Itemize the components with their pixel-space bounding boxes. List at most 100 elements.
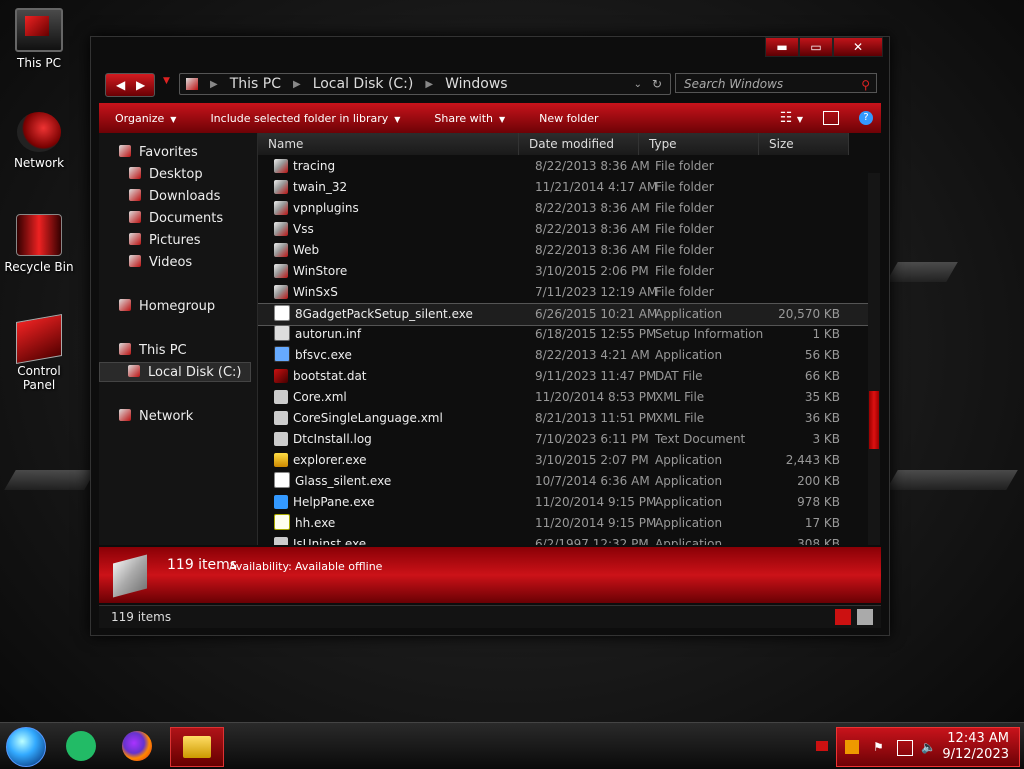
uninstall-icon [274, 537, 288, 545]
table-row[interactable]: autorun.inf 6/18/2015 12:55 PM Setup Infor… [258, 324, 868, 345]
file-size: 200 KB [797, 474, 840, 488]
file-date: 11/20/2014 9:15 PM [535, 495, 657, 509]
scrollbar-thumb[interactable] [869, 391, 879, 449]
search-input[interactable]: Search Windows ⚲ [675, 73, 877, 93]
new-folder-button[interactable]: New folder [539, 112, 598, 125]
column-date-modified[interactable]: Date modified [519, 133, 639, 155]
column-size[interactable]: Size [759, 133, 849, 155]
notification-arrow-icon[interactable] [816, 741, 828, 751]
file-name: bfsvc.exe [274, 345, 352, 366]
help-icon[interactable]: ? [859, 111, 873, 125]
table-row[interactable]: IsUninst.exe 6/2/1997 12:32 PM Application… [258, 534, 868, 545]
organize-button[interactable]: Organize ▼ [115, 112, 176, 125]
table-row[interactable]: Web 8/22/2013 8:36 AM File folder [258, 240, 868, 261]
network-tray-icon[interactable] [897, 740, 913, 756]
include-in-library-button[interactable]: Include selected folder in library ▼ [210, 112, 400, 125]
table-row[interactable]: WinSxS 7/11/2023 12:19 AM File folder [258, 282, 868, 303]
table-row[interactable]: Vss 8/22/2013 8:36 AM File folder [258, 219, 868, 240]
vertical-scrollbar[interactable] [868, 173, 880, 545]
taskbar-app-sheets[interactable] [62, 727, 100, 765]
nav-this-pc[interactable]: This PC [119, 341, 187, 361]
table-row[interactable]: bfsvc.exe 8/22/2013 4:21 AM Application 56 … [258, 345, 868, 366]
flag-icon[interactable]: ⚑ [873, 740, 887, 754]
nav-label: Documents [149, 211, 224, 226]
navigation-pane: Favorites Desktop Downloads Documents Pi… [99, 133, 258, 545]
nav-desktop[interactable]: Desktop [129, 165, 203, 185]
file-type: File folder [655, 243, 714, 257]
help-icon [274, 495, 288, 509]
address-dropdown-icon[interactable]: ⌄ [634, 79, 642, 90]
column-headers: Name Date modified Type Size [258, 133, 868, 155]
view-controls: ☷ ▼ ? [780, 103, 873, 133]
nav-local-disk[interactable]: Local Disk (C:) [99, 362, 251, 382]
table-row[interactable]: Core.xml 11/20/2014 8:53 PM XML File 35 KB [258, 387, 868, 408]
large-icons-view-icon[interactable] [857, 609, 873, 625]
file-type: Application [655, 307, 723, 321]
taskbar-app-firefox[interactable] [118, 727, 156, 765]
table-row[interactable]: DtcInstall.log 7/10/2023 6:11 PM Text Docu… [258, 429, 868, 450]
tray-app-icon[interactable] [845, 740, 859, 754]
table-row[interactable]: tracing 8/22/2013 8:36 AM File folder [258, 156, 868, 177]
volume-icon[interactable]: 🔈 [921, 740, 936, 754]
nav-videos[interactable]: Videos [129, 253, 192, 273]
table-row[interactable]: hh.exe 11/20/2014 9:15 PM Application 17 KB [258, 513, 868, 534]
table-row[interactable]: WinStore 3/10/2015 2:06 PM File folder [258, 261, 868, 282]
table-row[interactable]: twain_32 11/21/2014 4:17 AM File folder [258, 177, 868, 198]
nav-homegroup[interactable]: Homegroup [119, 297, 215, 317]
desktop-icon-recycle-bin[interactable]: Recycle Bin [0, 214, 78, 274]
desktop-icon-network[interactable]: Network [0, 112, 78, 170]
nav-label: Network [139, 409, 194, 424]
breadcrumb-local-disk[interactable]: Local Disk (C:) [313, 76, 414, 92]
minimize-button[interactable]: ▬ [765, 37, 799, 57]
app-icon [274, 472, 290, 488]
file-type: File folder [655, 264, 714, 278]
caption-buttons: ▬ ▭ ✕ [765, 37, 883, 57]
refresh-icon[interactable]: ↻ [652, 77, 662, 91]
change-view-icon[interactable]: ☷ ▼ [780, 110, 803, 126]
breadcrumb-windows[interactable]: Windows [445, 76, 508, 92]
column-name[interactable]: Name [258, 133, 519, 155]
table-row[interactable]: 8GadgetPackSetup_silent.exe 6/26/2015 10:… [258, 303, 868, 326]
share-with-button[interactable]: Share with ▼ [434, 112, 505, 125]
organize-label: Organize [115, 111, 165, 125]
table-row[interactable]: HelpPane.exe 11/20/2014 9:15 PM Applicatio… [258, 492, 868, 513]
nav-pictures[interactable]: Pictures [129, 231, 200, 251]
back-button[interactable]: ◀ [116, 74, 125, 96]
view-buttons [835, 609, 873, 625]
search-icon[interactable]: ⚲ [861, 75, 870, 95]
file-type: File folder [655, 159, 714, 173]
table-row[interactable]: vpnplugins 8/22/2013 8:36 AM File folder [258, 198, 868, 219]
details-view-icon[interactable] [835, 609, 851, 625]
xml-file-icon [274, 411, 288, 425]
column-type[interactable]: Type [639, 133, 759, 155]
file-size: 2,443 KB [785, 453, 840, 467]
file-explorer-icon [183, 736, 211, 758]
file-type: File folder [655, 201, 714, 215]
maximize-button[interactable]: ▭ [799, 37, 833, 57]
breadcrumb-separator-icon: ▶ [292, 78, 301, 90]
forward-button[interactable]: ▶ [136, 74, 145, 96]
nav-documents[interactable]: Documents [129, 209, 223, 229]
nav-downloads[interactable]: Downloads [129, 187, 220, 207]
chevron-down-icon: ▼ [498, 114, 506, 124]
table-row[interactable]: Glass_silent.exe 10/7/2014 6:36 AM Applica… [258, 471, 868, 492]
close-button[interactable]: ✕ [833, 37, 883, 57]
preview-pane-icon[interactable] [823, 111, 839, 125]
clock[interactable]: 12:43 AM 9/12/2023 [942, 731, 1009, 763]
file-date: 7/11/2023 12:19 AM [535, 285, 658, 299]
file-type: Application [655, 495, 723, 509]
file-name-text: IsUninst.exe [293, 537, 367, 545]
table-row[interactable]: CoreSingleLanguage.xml 8/21/2013 11:51 PM… [258, 408, 868, 429]
table-row[interactable]: bootstat.dat 9/11/2023 11:47 PM DAT File 66… [258, 366, 868, 387]
taskbar-app-file-explorer[interactable] [170, 727, 224, 767]
desktop-icon-this-pc[interactable]: This PC [0, 8, 78, 70]
start-button[interactable] [6, 727, 46, 767]
recent-locations-arrow-icon[interactable]: ▼ [163, 76, 170, 86]
breadcrumb-this-pc[interactable]: This PC [230, 76, 281, 92]
address-bar[interactable]: ▶ This PC ▶ Local Disk (C:) ▶ Windows ⌄ … [179, 73, 671, 95]
table-row[interactable]: explorer.exe 3/10/2015 2:07 PM Application… [258, 450, 868, 471]
folder-icon [274, 180, 288, 194]
desktop-icon-control-panel[interactable]: Control Panel [0, 313, 78, 392]
nav-favorites[interactable]: Favorites [119, 143, 198, 163]
nav-network[interactable]: Network [119, 407, 193, 427]
